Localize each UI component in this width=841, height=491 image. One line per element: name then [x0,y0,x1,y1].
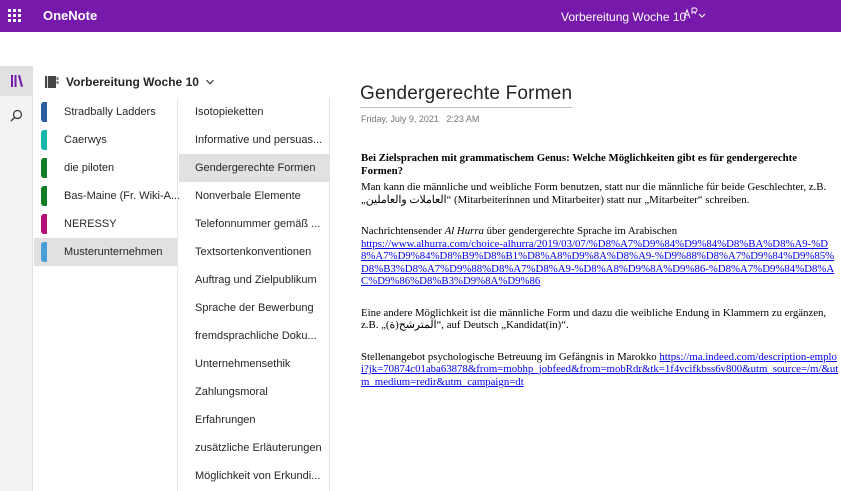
section-label: NERESSY [64,218,117,230]
page-list: Isotopieketten Informative und persuas...… [179,98,330,491]
content-paragraph-1: Man kann die männliche und weibliche For… [361,181,827,206]
section-label: die piloten [64,162,115,174]
notebooks-icon [10,75,23,87]
navigation-rail [0,66,33,491]
page-timestamp: Friday, July 9, 2021 2:23 AM [361,114,479,124]
page-item[interactable]: Erfahrungen [179,406,329,434]
section-item[interactable]: Caerwys [34,126,177,154]
page-item[interactable]: Zahlungsmoral [179,378,329,406]
section-color-tab [41,130,47,150]
page-content[interactable]: Bei Zielsprachen mit grammatischem Genus… [361,152,839,388]
section-color-tab [41,214,47,234]
section-label: Musterunternehmen [64,246,163,258]
page-item[interactable]: Telefonnummer gemäß ... [179,210,329,238]
section-item[interactable]: NERESSY [34,210,177,238]
notebook-name: Vorbereitung Woche 10 [66,75,199,89]
section-color-tab [41,186,47,206]
paragraph-2-text-end: über gendergerechte Sprache im Arabische… [483,225,678,237]
notebook-selector[interactable]: Vorbereitung Woche 10 [34,66,331,98]
share-chevron-icon[interactable] [681,6,707,22]
section-label: Stradbally Ladders [64,106,156,118]
page-item[interactable]: Auftrag und Zielpublikum [179,266,329,294]
page-item[interactable]: Informative und persuas... [179,126,329,154]
section-color-tab [41,158,47,178]
content-paragraph-4: Stellenangebot psychologische Betreuung … [361,351,839,389]
section-item[interactable]: Bas-Maine (Fr. Wiki-A... [34,182,181,210]
section-label: Caerwys [64,134,107,146]
alhurra-link[interactable]: https://www.alhurra.com/choice-alhurra/2… [361,238,834,288]
content-paragraph-2: Nachrichtensender Al Hurra über genderge… [361,225,839,288]
page-item[interactable]: Unternehmensethik [179,350,329,378]
page-item[interactable]: zusätzliche Erläuterungen [179,434,329,462]
app-launcher-icon[interactable] [8,9,21,22]
content-paragraph-3: Eine andere Möglichkeit ist die männlich… [361,306,827,332]
notebooks-button[interactable] [0,66,33,96]
section-color-tab [41,102,47,122]
page-item[interactable]: Isotopieketten [179,98,329,126]
document-title[interactable]: Vorbereitung Woche 10 [561,10,686,24]
section-item[interactable]: Stradbally Ladders [34,98,177,126]
top-bar: OneNote Vorbereitung Woche 10 [0,0,841,32]
page-title[interactable]: Gendergerechte Formen [360,83,573,108]
source-name: Al Hurra [444,225,484,237]
chevron-down-icon [206,79,214,85]
page-item[interactable]: Möglichkeit von Erkundi... [179,462,329,490]
page-item[interactable]: Sprache der Bewerbung [179,294,329,322]
page-canvas[interactable]: Gendergerechte Formen Friday, July 9, 20… [331,66,841,491]
content-heading: Bei Zielsprachen mit grammatischem Genus… [361,152,798,177]
paragraph-2-text: Nachrichtensender [361,225,445,237]
section-color-tab [41,242,47,262]
page-time: 2:23 AM [446,114,480,124]
paragraph-4-text: Stellenangebot psychologische Betreuung … [361,350,660,363]
notebook-icon [45,76,59,88]
section-item[interactable]: die piloten [34,154,177,182]
app-name[interactable]: OneNote [43,8,97,23]
page-item[interactable]: Textsortenkonventionen [179,238,329,266]
section-item[interactable]: Musterunternehmen [34,238,177,266]
page-item[interactable]: fremdsprachliche Doku... [179,322,329,350]
search-button[interactable] [0,100,33,130]
search-icon [10,109,23,121]
section-list: Stradbally Ladders Caerwys die piloten Bas-… [34,98,181,491]
section-label: Bas-Maine (Fr. Wiki-A... [64,190,181,202]
page-date: Friday, July 9, 2021 [361,114,439,124]
page-item[interactable]: Nonverbale Elemente [179,182,329,210]
page-item[interactable]: Gendergerechte Formen [179,154,329,182]
